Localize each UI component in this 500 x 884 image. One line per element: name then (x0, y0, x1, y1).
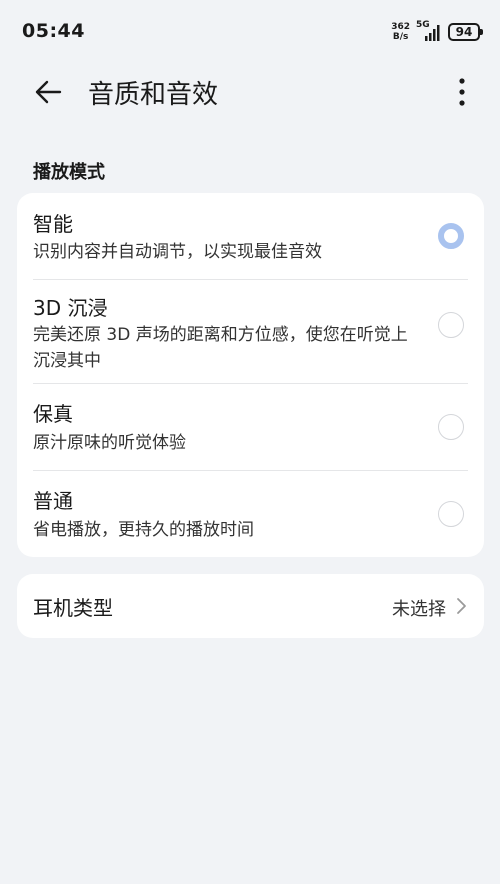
option-normal[interactable]: 普通 省电播放，更持久的播放时间 (17, 471, 484, 557)
option-title: 保真 (33, 402, 73, 426)
page-title: 音质和音效 (88, 80, 219, 110)
network-speed-unit: B/s (392, 32, 409, 42)
network-speed-value: 362 (391, 22, 410, 32)
status-time: 05:44 (22, 20, 85, 42)
network-speed: 362 B/s (391, 22, 410, 42)
radio-button[interactable] (438, 312, 464, 338)
chevron-right-icon (457, 598, 466, 614)
headphone-type-value: 未选择 (392, 599, 446, 620)
option-description: 识别内容并自动调节，以实现最佳音效 (33, 242, 322, 262)
option-description: 完美还原 3D 声场的距离和方位感，使您在听觉上沉浸其中 (33, 325, 408, 371)
option-title: 3D 沉浸 (33, 296, 108, 320)
option-title: 普通 (33, 489, 73, 513)
status-icons: 362 B/s 5G 94 (391, 20, 483, 44)
title-bar: 音质和音效 (0, 62, 500, 120)
arrow-left-icon (35, 80, 62, 104)
battery-level: 94 (455, 25, 473, 39)
status-bar: 05:44 362 B/s 5G 94 (0, 0, 500, 62)
headphone-type-label: 耳机类型 (33, 596, 113, 620)
network-type-label: 5G (416, 20, 430, 30)
option-3d-immersive[interactable]: 3D 沉浸 完美还原 3D 声场的距离和方位感，使您在听觉上沉浸其中 (17, 280, 484, 383)
option-title: 智能 (33, 212, 73, 236)
section-header-playback-mode: 播放模式 (33, 162, 105, 183)
signal-icon: 5G (416, 20, 442, 42)
battery-icon: 94 (448, 23, 483, 41)
playback-mode-card: 智能 识别内容并自动调节，以实现最佳音效 3D 沉浸 完美还原 3D 声场的距离… (17, 193, 484, 557)
headphone-type-row[interactable]: 耳机类型 未选择 (17, 574, 484, 638)
option-description: 原汁原味的听觉体验 (33, 433, 186, 453)
radio-button[interactable] (438, 414, 464, 440)
option-hifi[interactable]: 保真 原汁原味的听觉体验 (17, 384, 484, 470)
option-description: 省电播放，更持久的播放时间 (33, 520, 254, 540)
option-smart[interactable]: 智能 识别内容并自动调节，以实现最佳音效 (17, 193, 484, 279)
radio-button-selected[interactable] (438, 223, 464, 249)
more-button[interactable] (446, 72, 478, 112)
more-vertical-icon (459, 78, 465, 106)
back-button[interactable] (28, 72, 68, 112)
radio-button[interactable] (438, 501, 464, 527)
